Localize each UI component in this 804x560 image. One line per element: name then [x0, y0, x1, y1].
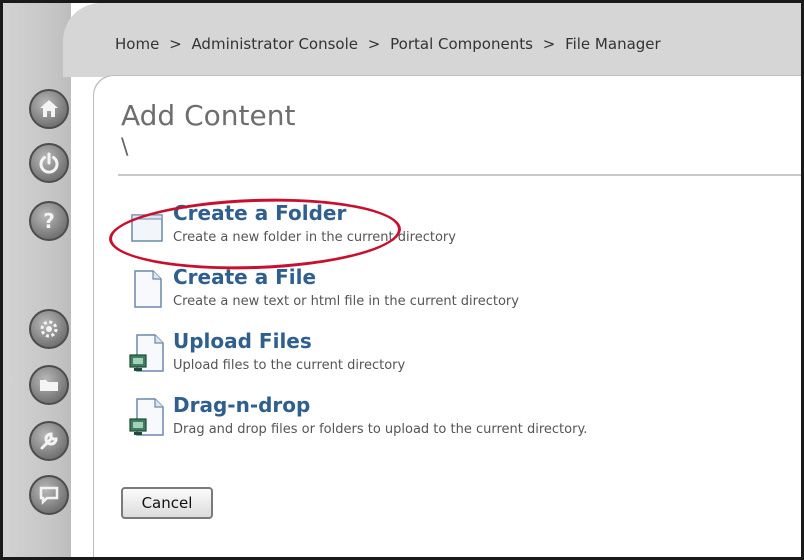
help-icon: ?: [43, 209, 55, 233]
wrench-icon: [40, 432, 58, 450]
breadcrumb-separator: >: [542, 35, 556, 53]
create-file-desc: Create a new text or html file in the cu…: [173, 294, 519, 309]
create-folder-action[interactable]: Create a Folder Create a new folder in t…: [129, 201, 789, 259]
gear-icon: [40, 320, 58, 338]
file-icon: [134, 270, 162, 308]
window-frame: Home > Administrator Console > Portal Co…: [0, 0, 804, 560]
folder-button[interactable]: [29, 365, 69, 405]
breadcrumb-separator: >: [169, 35, 182, 53]
left-rail: [3, 3, 71, 557]
power-button[interactable]: [29, 143, 69, 183]
power-icon: [39, 152, 59, 174]
breadcrumb-separator: >: [367, 35, 381, 53]
breadcrumb: Home > Administrator Console > Portal Co…: [115, 35, 661, 53]
svg-text:?: ?: [43, 209, 55, 233]
breadcrumb-file-manager: File Manager: [565, 35, 661, 53]
breadcrumb-admin-console[interactable]: Administrator Console: [191, 35, 358, 53]
folder-doc-icon: [131, 214, 163, 242]
settings-button[interactable]: [29, 309, 69, 349]
folder-icon: [40, 380, 58, 391]
page-title: Add Content: [121, 99, 296, 132]
help-button[interactable]: ?: [29, 201, 69, 241]
drag-n-drop-link[interactable]: Drag-n-drop: [173, 393, 310, 417]
drag-n-drop-desc: Drag and drop files or folders to upload…: [173, 422, 588, 437]
chat-button[interactable]: [29, 475, 69, 515]
create-folder-link[interactable]: Create a Folder: [173, 201, 346, 225]
create-file-action[interactable]: Create a File Create a new text or html …: [129, 265, 789, 323]
breadcrumb-home[interactable]: Home: [115, 35, 159, 53]
upload-files-action[interactable]: Upload Files Upload files to the current…: [129, 329, 789, 387]
create-file-link[interactable]: Create a File: [173, 265, 316, 289]
drag-n-drop-action[interactable]: Drag-n-drop Drag and drop files or folde…: [129, 393, 789, 451]
tools-button[interactable]: [29, 421, 69, 461]
title-divider: [118, 174, 801, 176]
cancel-button[interactable]: Cancel: [121, 487, 213, 519]
upload-files-link[interactable]: Upload Files: [173, 329, 312, 353]
breadcrumb-portal-components[interactable]: Portal Components: [390, 35, 533, 53]
drag-drop-icon: [129, 398, 164, 436]
current-path: \: [121, 135, 129, 160]
chat-icon: [39, 486, 59, 506]
upload-icon: [129, 334, 164, 372]
home-icon: [40, 100, 58, 117]
create-folder-desc: Create a new folder in the current direc…: [173, 230, 456, 245]
home-button[interactable]: [29, 89, 69, 129]
upload-files-desc: Upload files to the current directory: [173, 358, 406, 373]
